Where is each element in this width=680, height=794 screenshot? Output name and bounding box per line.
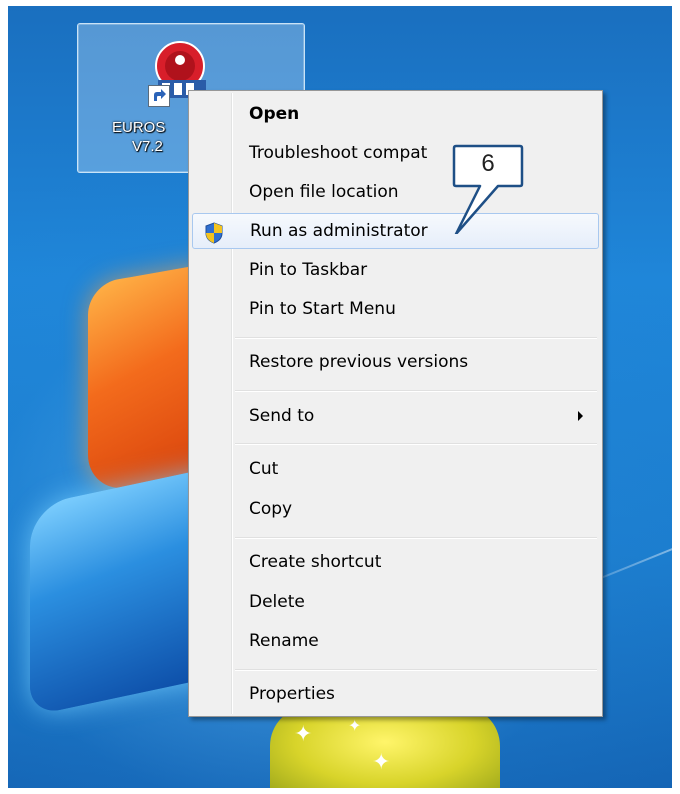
context-menu: Open Troubleshoot compat Open file locat… — [188, 90, 603, 717]
sparkle-icon: ✦ — [348, 716, 362, 735]
menu-item-label: Open — [249, 104, 300, 124]
menu-item-delete[interactable]: Delete — [192, 584, 599, 620]
menu-separator — [235, 443, 597, 445]
menu-item-label: Send to — [249, 406, 315, 426]
menu-item-label: Open file location — [249, 182, 399, 202]
menu-item-label: Properties — [249, 684, 335, 704]
menu-item-label: Pin to Taskbar — [249, 260, 368, 280]
menu-item-send-to[interactable]: Send to — [192, 398, 599, 434]
menu-separator — [235, 669, 597, 671]
menu-item-cut[interactable]: Cut — [192, 451, 599, 487]
menu-separator — [235, 337, 597, 339]
menu-item-properties[interactable]: Properties — [192, 676, 599, 712]
menu-item-pin-to-taskbar[interactable]: Pin to Taskbar — [192, 252, 599, 288]
menu-item-rename[interactable]: Rename — [192, 623, 599, 659]
menu-item-create-shortcut[interactable]: Create shortcut — [192, 544, 599, 580]
sparkle-icon: ✦ — [294, 722, 313, 747]
menu-item-pin-to-start-menu[interactable]: Pin to Start Menu — [192, 291, 599, 327]
submenu-arrow-icon — [578, 411, 583, 421]
menu-item-label: Cut — [249, 459, 279, 479]
menu-item-label: Run as administrator — [250, 221, 428, 241]
uac-shield-icon — [205, 222, 223, 244]
menu-item-restore-previous-versions[interactable]: Restore previous versions — [192, 344, 599, 380]
menu-item-label: Delete — [249, 592, 305, 612]
menu-separator — [235, 537, 597, 539]
menu-item-open-file-location[interactable]: Open file location — [192, 174, 599, 210]
menu-item-label: Create shortcut — [249, 552, 382, 572]
windows-logo-yellow-pane — [270, 706, 500, 788]
shortcut-arrow-icon — [148, 85, 170, 107]
menu-item-open[interactable]: Open — [192, 96, 599, 132]
menu-item-copy[interactable]: Copy — [192, 491, 599, 527]
menu-item-label: Pin to Start Menu — [249, 299, 396, 319]
menu-item-label: Restore previous versions — [249, 352, 469, 372]
sparkle-icon: ✦ — [372, 750, 391, 775]
menu-item-label: Rename — [249, 631, 319, 651]
menu-item-label: Copy — [249, 499, 293, 519]
menu-item-run-as-administrator[interactable]: Run as administrator — [192, 213, 599, 249]
menu-item-label: Troubleshoot compat — [249, 143, 428, 163]
step-number: 6 — [481, 150, 495, 177]
menu-item-troubleshoot-compatibility[interactable]: Troubleshoot compat — [192, 135, 599, 171]
menu-separator — [235, 390, 597, 392]
